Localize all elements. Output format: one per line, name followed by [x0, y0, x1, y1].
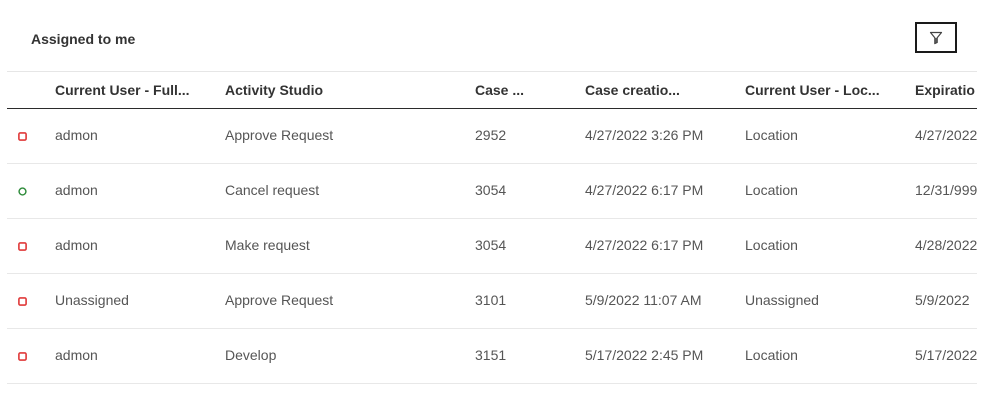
- column-header-current-user-location[interactable]: Current User - Loc...: [745, 82, 895, 98]
- cell-expiration: 5/17/2022: [915, 347, 977, 363]
- cell-location: Location: [745, 237, 798, 253]
- cell-case-creation: 4/27/2022 6:17 PM: [585, 182, 704, 198]
- assigned-to-me-panel: Assigned to me Current User - Full... Ac…: [7, 4, 977, 406]
- cell-current-user: admon: [55, 182, 98, 198]
- cell-activity: Approve Request: [225, 292, 334, 308]
- column-header-case-creation[interactable]: Case creatio...: [585, 82, 730, 98]
- circle-status-icon: [18, 187, 27, 196]
- table-row[interactable]: admon Develop 3151 5/17/2022 2:45 PM Loc…: [7, 329, 977, 384]
- tasks-table: Current User - Full... Activity Studio C…: [7, 72, 977, 384]
- square-status-icon: [18, 352, 27, 361]
- cell-case: 3151: [475, 347, 507, 363]
- table-row[interactable]: admon Approve Request 2952 4/27/2022 3:2…: [7, 109, 977, 164]
- panel-header: Assigned to me: [7, 4, 977, 72]
- square-status-icon: [18, 297, 27, 306]
- table-row[interactable]: admon Cancel request 3054 4/27/2022 6:17…: [7, 164, 977, 219]
- cell-expiration: 4/27/2022: [915, 127, 977, 143]
- cell-case: 3101: [475, 292, 507, 308]
- cell-current-user: admon: [55, 127, 98, 143]
- cell-case-creation: 5/9/2022 11:07 AM: [585, 292, 702, 308]
- panel-title: Assigned to me: [31, 31, 136, 47]
- cell-activity: Make request: [225, 237, 310, 253]
- cell-case: 3054: [475, 237, 507, 253]
- filter-button[interactable]: [915, 22, 957, 53]
- table-row[interactable]: Unassigned Approve Request 3101 5/9/2022…: [7, 274, 977, 329]
- filter-icon: [929, 31, 943, 44]
- cell-expiration: 12/31/9999: [915, 182, 977, 198]
- column-header-current-user[interactable]: Current User - Full...: [55, 82, 205, 98]
- square-status-icon: [18, 242, 27, 251]
- cell-expiration: 5/9/2022: [915, 292, 970, 308]
- cell-case-creation: 5/17/2022 2:45 PM: [585, 347, 704, 363]
- column-header-expiration[interactable]: Expiratio: [915, 82, 977, 98]
- cell-current-user: Unassigned: [55, 292, 129, 308]
- cell-location: Location: [745, 127, 798, 143]
- cell-location: Location: [745, 347, 798, 363]
- column-header-activity-studio[interactable]: Activity Studio: [225, 82, 455, 98]
- cell-activity: Develop: [225, 347, 277, 363]
- column-header-case[interactable]: Case ...: [475, 82, 570, 98]
- cell-case-creation: 4/27/2022 6:17 PM: [585, 237, 704, 253]
- cell-case-creation: 4/27/2022 3:26 PM: [585, 127, 704, 143]
- cell-location: Location: [745, 182, 798, 198]
- table-row[interactable]: admon Make request 3054 4/27/2022 6:17 P…: [7, 219, 977, 274]
- cell-current-user: admon: [55, 237, 98, 253]
- cell-location: Unassigned: [745, 292, 819, 308]
- table-header: Current User - Full... Activity Studio C…: [7, 72, 977, 109]
- cell-expiration: 4/28/2022: [915, 237, 977, 253]
- cell-case: 2952: [475, 127, 507, 143]
- cell-activity: Cancel request: [225, 182, 320, 198]
- cell-activity: Approve Request: [225, 127, 334, 143]
- cell-case: 3054: [475, 182, 507, 198]
- cell-current-user: admon: [55, 347, 98, 363]
- square-status-icon: [18, 132, 27, 141]
